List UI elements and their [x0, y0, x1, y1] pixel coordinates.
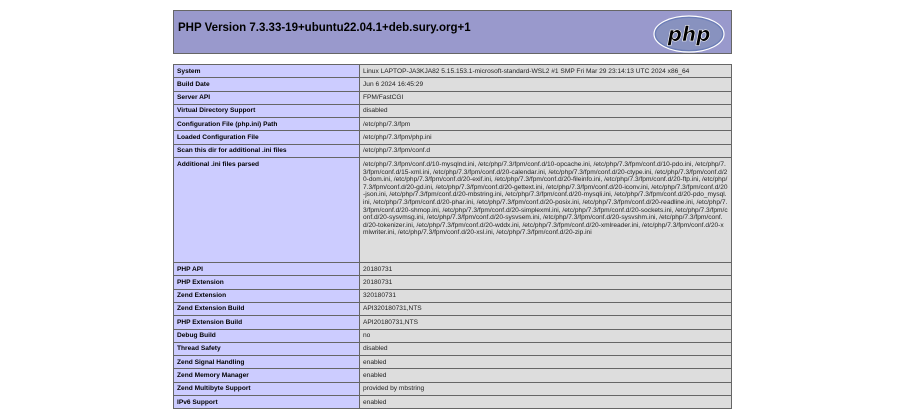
- page-title: PHP Version 7.3.33-19+ubuntu22.04.1+deb.…: [178, 22, 471, 34]
- row-value: 20180731: [359, 275, 732, 290]
- table-row: PHP API 20180731: [173, 262, 732, 277]
- table-row: Virtual Directory Support disabled: [173, 103, 732, 119]
- row-value: no: [359, 328, 732, 343]
- row-label: Debug Build: [173, 328, 360, 343]
- row-value: /etc/php/7.3/fpm: [359, 117, 732, 132]
- row-label: Thread Safety: [173, 341, 360, 357]
- row-label: Zend Extension Build: [173, 301, 360, 317]
- row-label: Zend Multibyte Support: [173, 381, 360, 397]
- row-value: 320180731: [359, 288, 732, 303]
- row-label: Zend Signal Handling: [173, 355, 360, 370]
- row-value: API320180731,NTS: [359, 301, 732, 317]
- table-row: Zend Memory Manager enabled: [173, 368, 732, 383]
- row-label: System: [173, 63, 360, 79]
- table-row: Additional .ini files parsed/etc/php/7.3…: [173, 157, 732, 264]
- row-value: enabled: [359, 368, 732, 383]
- row-label: Loaded Configuration File: [173, 130, 360, 145]
- table-row: PHP Extension Build API20180731,NTS: [173, 315, 732, 330]
- table-row: IPv6 Support enabled: [173, 395, 732, 409]
- table-row: Debug Build no: [173, 328, 732, 343]
- table-row: Thread Safety disabled: [173, 341, 732, 357]
- row-value: enabled: [359, 355, 732, 370]
- row-label: IPv6 Support: [173, 395, 360, 409]
- table-row: Configuration File (php.ini) Path/etc/ph…: [173, 117, 732, 132]
- row-label: Build Date: [173, 77, 360, 92]
- system-info-table: System Linux LAPTOP-JA3KJA82 5.15.153.1-m…: [173, 63, 732, 409]
- row-label: PHP Extension: [173, 275, 360, 290]
- row-label: Zend Memory Manager: [173, 368, 360, 383]
- row-value: Linux LAPTOP-JA3KJA82 5.15.153.1-microso…: [359, 63, 732, 79]
- row-value: disabled: [359, 341, 732, 357]
- row-label: Configuration File (php.ini) Path: [173, 117, 360, 132]
- row-label: Scan this dir for additional .ini files: [173, 143, 360, 159]
- version-header: PHP Version 7.3.33-19+ubuntu22.04.1+deb.…: [173, 10, 732, 54]
- row-label: Zend Extension: [173, 288, 360, 303]
- table-row: Scan this dir for additional .ini files /…: [173, 143, 732, 159]
- table-row: PHP Extension 20180731: [173, 275, 732, 290]
- table-row: Build Date Jun 6 2024 16:45:29: [173, 77, 732, 92]
- row-value: provided by mbstring: [359, 381, 732, 397]
- row-value: /etc/php/7.3/fpm/php.ini: [359, 130, 732, 145]
- table-row: Zend Extension 320180731: [173, 288, 732, 303]
- php-logo-text: php: [667, 22, 711, 46]
- row-label: Additional .ini files parsed: [173, 157, 360, 264]
- row-label: PHP API: [173, 262, 360, 277]
- table-row: Server API FPM/FastCGI: [173, 90, 732, 105]
- table-row: System Linux LAPTOP-JA3KJA82 5.15.153.1-m…: [173, 63, 732, 79]
- php-logo: php: [653, 15, 725, 53]
- row-value: 20180731: [359, 262, 732, 277]
- table-row: Zend Extension Build API320180731,NTS: [173, 301, 732, 317]
- row-value: /etc/php/7.3/fpm/conf.d: [359, 143, 732, 159]
- row-value: disabled: [359, 103, 732, 119]
- row-value: /etc/php/7.3/fpm/conf.d/10-mysqlnd.ini, …: [359, 157, 732, 264]
- row-label: Server API: [173, 90, 360, 105]
- table-row: Zend Signal Handling enabled: [173, 355, 732, 370]
- row-value: Jun 6 2024 16:45:29: [359, 77, 732, 92]
- row-label: Virtual Directory Support: [173, 103, 360, 119]
- phpinfo-container: PHP Version 7.3.33-19+ubuntu22.04.1+deb.…: [173, 10, 732, 409]
- row-value: API20180731,NTS: [359, 315, 732, 330]
- row-label: PHP Extension Build: [173, 315, 360, 330]
- table-row: Zend Multibyte Support provided by mbstri…: [173, 381, 732, 397]
- row-value: FPM/FastCGI: [359, 90, 732, 105]
- row-value: enabled: [359, 395, 732, 409]
- table-row: Loaded Configuration File/etc/php/7.3/fp…: [173, 130, 732, 145]
